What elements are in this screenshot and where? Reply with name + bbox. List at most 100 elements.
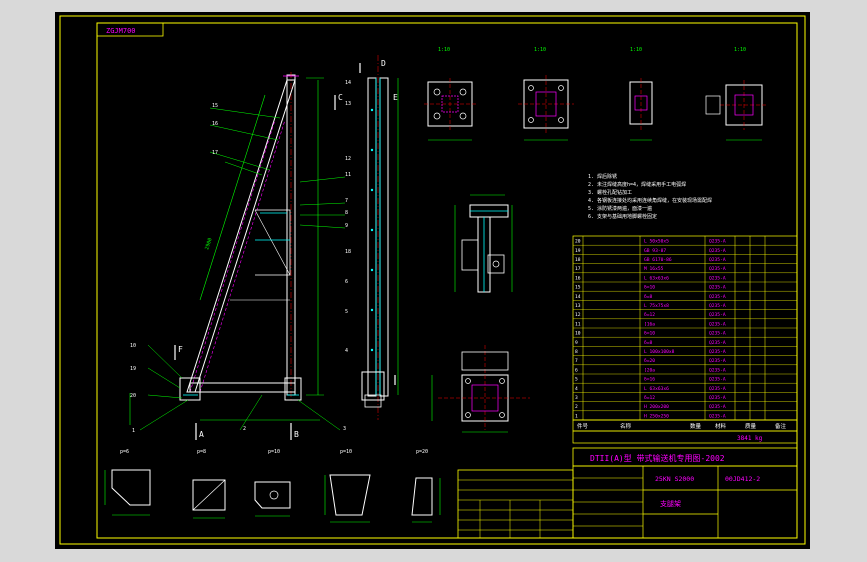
bom-header-no: 件号	[577, 422, 589, 430]
bom-header-mat: 材料	[715, 422, 727, 430]
bom-cell-material: Q235-A	[709, 413, 726, 419]
note-5: 5. 涂防锈漆两遍，面漆一遍	[588, 205, 652, 212]
bom-cell-material: Q235-A	[709, 386, 726, 392]
bom-header-qty: 数量	[690, 422, 702, 430]
bom-cell-no: 9	[575, 340, 578, 346]
bill-of-materials: 20 L 50x50x5 Q235-A19 GB 93-87 Q235-A18 GB 61…	[572, 235, 798, 421]
view-label-f: F	[178, 345, 183, 354]
callout-7: 7	[345, 198, 348, 204]
bom-cell-no: 11	[575, 321, 581, 327]
bom-header-name: 名称	[620, 422, 632, 430]
drawing-title: DTII(A)型 带式输送机专用图-2002	[590, 453, 725, 463]
bom-cell-no: 6	[575, 367, 578, 373]
note-4: 4. 各钢板连接处均采用连续角焊缝，在安装现场需配焊	[588, 197, 712, 204]
bom-cell-material: Q235-A	[709, 321, 726, 327]
bom-cell-no: 12	[575, 312, 581, 318]
bom-cell-spec: L 50x50x5	[644, 239, 669, 245]
bom-cell-spec: δ=12	[644, 312, 655, 318]
bom-cell-spec: M 16x55	[644, 266, 664, 272]
detail-scale-3: 1:10	[630, 47, 642, 53]
view-label-e: E	[393, 93, 398, 102]
note-3: 3. 螺栓孔配钻加工	[588, 189, 632, 196]
detail-scale-2: 1:10	[534, 47, 546, 53]
callout-6: 6	[345, 279, 348, 285]
bom-cell-no: 7	[575, 358, 578, 364]
view-label-a: A	[199, 430, 204, 439]
bom-cell-material: Q235-A	[709, 266, 726, 272]
bom-cell-spec: δ=20	[644, 358, 655, 364]
bom-cell-material: Q235-A	[709, 275, 726, 281]
bom-cell-no: 5	[575, 377, 578, 383]
small-part-label-3: p=10	[268, 449, 280, 455]
bom-cell-no: 8	[575, 349, 578, 355]
bom-cell-material: Q235-A	[709, 294, 726, 300]
detail-scale-1: 1:10	[438, 47, 450, 53]
bom-cell-no: 4	[575, 386, 578, 392]
bom-cell-spec: L 63x63x6	[644, 386, 669, 392]
bom-cell-no: 20	[575, 239, 581, 245]
bom-cell-spec: [20a	[644, 367, 655, 373]
bom-cell-no: 3	[575, 395, 578, 401]
bom-cell-no: 19	[575, 248, 581, 254]
bom-cell-spec: H 250x250	[644, 413, 669, 419]
bom-cell-material: Q235-A	[709, 358, 726, 364]
view-label-d: D	[381, 59, 386, 68]
bom-cell-no: 1	[575, 413, 578, 419]
bom-cell-no: 15	[575, 285, 581, 291]
bom-cell-spec: δ=16	[644, 377, 655, 383]
bom-cell-material: Q235-A	[709, 303, 726, 309]
bom-cell-material: Q235-A	[709, 239, 726, 245]
view-label-c: C	[338, 93, 343, 102]
bom-cell-spec: [16a	[644, 321, 655, 327]
drawing-area[interactable]	[55, 12, 810, 549]
bom-cell-material: Q235-A	[709, 377, 726, 383]
bom-cell-material: Q235-A	[709, 331, 726, 337]
detail-scale-4: 1:10	[734, 47, 746, 53]
bom-cell-material: Q235-A	[709, 257, 726, 263]
callout-11: 11	[345, 172, 351, 178]
callout-9: 9	[345, 223, 348, 229]
callout-19: 19	[130, 366, 136, 372]
drawing-number: 00JD412-2	[725, 475, 760, 483]
bom-cell-material: Q235-A	[709, 285, 726, 291]
bom-cell-spec: δ=10	[644, 285, 655, 291]
bom-cell-spec: H 200x200	[644, 404, 669, 410]
callout-13: 13	[345, 101, 351, 107]
callout-8: 8	[345, 210, 348, 216]
bom-cell-material: Q235-A	[709, 340, 726, 346]
small-part-label-2: p=8	[197, 449, 206, 455]
note-6: 6. 支架与基础用地脚螺栓固定	[588, 213, 657, 220]
note-2: 2. 未注焊缝高度h=4，焊缝采用手工电弧焊	[588, 181, 686, 188]
callout-20: 20	[130, 393, 136, 399]
view-label-b: B	[294, 430, 299, 439]
callout-4: 4	[345, 348, 348, 354]
callout-12: 12	[345, 156, 351, 162]
callout-14: 14	[345, 80, 351, 86]
callout-10: 10	[130, 343, 136, 349]
callout-5: 5	[345, 309, 348, 315]
bom-cell-material: Q235-A	[709, 404, 726, 410]
bom-cell-no: 13	[575, 303, 581, 309]
callout-17: 17	[212, 150, 218, 156]
cad-drawing-canvas[interactable]: ZGJM700 2900 A B F C 15 16 17 11 12 13 1…	[0, 0, 867, 562]
bom-cell-spec: δ=12	[644, 395, 655, 401]
callout-1: 1	[132, 428, 135, 434]
bom-cell-spec: L 75x75x8	[644, 303, 669, 309]
drawing-top-label: ZGJM700	[106, 27, 136, 35]
note-1: 1. 焊后除锈	[588, 173, 617, 180]
bom-cell-no: 2	[575, 404, 578, 410]
small-part-label-1: p=6	[120, 449, 129, 455]
bom-header-remark: 备注	[775, 422, 787, 430]
bom-cell-spec: GB 6170-86	[644, 257, 672, 263]
bom-cell-material: Q235-A	[709, 248, 726, 254]
bom-cell-material: Q235-A	[709, 367, 726, 373]
bom-cell-spec: δ=10	[644, 331, 655, 337]
bom-cell-spec: GB 93-87	[644, 248, 666, 254]
bom-cell-no: 18	[575, 257, 581, 263]
spec-label: 25KN S2000	[655, 475, 694, 483]
bom-header-weight: 质量	[745, 422, 757, 430]
small-part-label-4: p=10	[340, 449, 352, 455]
callout-18: 18	[345, 249, 351, 255]
callout-3: 3	[343, 426, 346, 432]
bom-cell-spec: L 63x63x6	[644, 275, 669, 281]
